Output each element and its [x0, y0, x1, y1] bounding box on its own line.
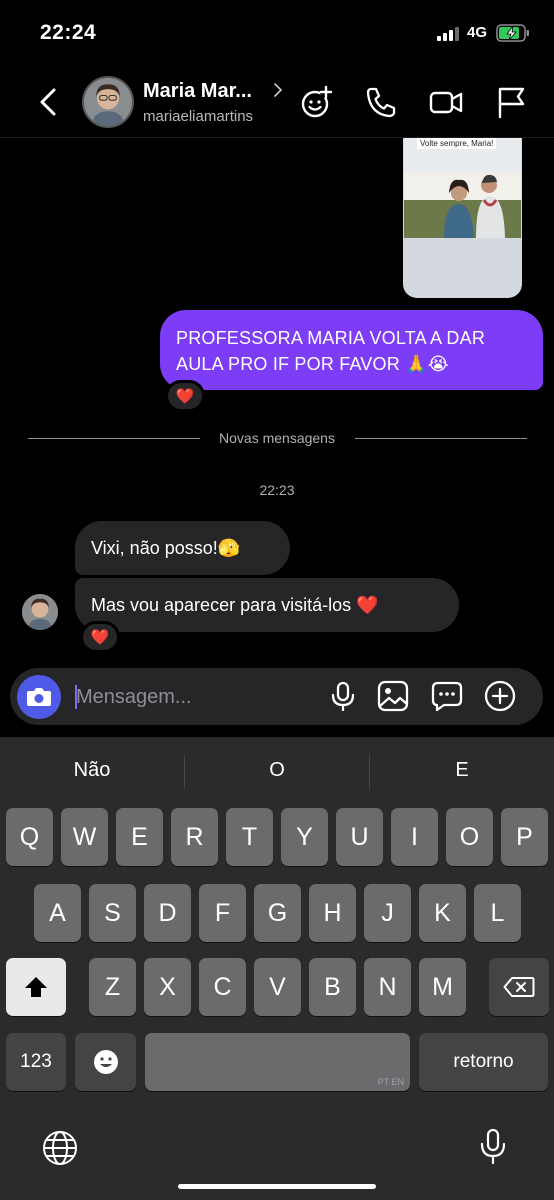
key[interactable]: R — [171, 808, 218, 866]
key[interactable]: K — [419, 884, 466, 942]
emoji-key[interactable] — [75, 1033, 136, 1091]
keyboard-languages: PT EN — [377, 1077, 404, 1087]
contact-username[interactable]: mariaeliamartins — [143, 108, 253, 125]
signal-icon — [437, 27, 459, 41]
keyboard: Não O E Q W E R T Y U I O P A S D F G H … — [0, 737, 554, 1200]
emoji-icon — [93, 1050, 118, 1074]
key[interactable]: J — [364, 884, 411, 942]
avatar[interactable] — [22, 594, 58, 630]
status-time: 22:24 — [40, 21, 97, 44]
key[interactable]: H — [309, 884, 356, 942]
return-key[interactable]: retorno — [419, 1033, 548, 1091]
camera-icon — [27, 688, 51, 706]
key[interactable]: S — [89, 884, 136, 942]
backspace-key[interactable] — [489, 958, 549, 1016]
key[interactable]: T — [226, 808, 273, 866]
avatar[interactable] — [82, 76, 134, 128]
key[interactable]: X — [144, 958, 191, 1016]
shared-photo-card[interactable]: Volte sempre, Maria! — [403, 138, 522, 298]
key[interactable]: V — [254, 958, 301, 1016]
key[interactable]: E — [116, 808, 163, 866]
contact-name[interactable]: Maria Mar... — [143, 80, 252, 103]
shift-arrow-icon — [25, 977, 47, 997]
numbers-key[interactable]: 123 — [6, 1033, 66, 1091]
key[interactable]: I — [391, 808, 438, 866]
chat-header: Maria Mar... mariaeliamartins — [0, 66, 554, 138]
key[interactable]: B — [309, 958, 356, 1016]
plus-icon[interactable] — [483, 679, 517, 713]
key[interactable]: Z — [89, 958, 136, 1016]
shared-photo[interactable] — [404, 138, 521, 238]
gallery-icon[interactable] — [376, 679, 410, 713]
heart-reaction[interactable]: ❤️ — [165, 380, 205, 412]
suggestion[interactable]: O — [185, 759, 369, 782]
key[interactable]: G — [254, 884, 301, 942]
globe-icon[interactable] — [41, 1129, 79, 1167]
key[interactable]: P — [501, 808, 548, 866]
backspace-icon — [503, 977, 535, 997]
microphone-icon[interactable] — [326, 679, 360, 713]
heart-reaction[interactable]: ❤️ — [80, 621, 120, 653]
key[interactable]: L — [474, 884, 521, 942]
message-composer — [10, 668, 543, 725]
key[interactable]: N — [364, 958, 411, 1016]
key[interactable]: U — [336, 808, 383, 866]
suggestion[interactable]: E — [370, 759, 554, 782]
back-chevron-icon[interactable] — [34, 86, 64, 118]
sticker-chat-icon[interactable] — [430, 679, 464, 713]
key[interactable]: Q — [6, 808, 53, 866]
shift-key[interactable] — [6, 958, 66, 1016]
message-input[interactable] — [76, 678, 316, 716]
flag-icon[interactable] — [494, 84, 530, 120]
key[interactable]: F — [199, 884, 246, 942]
chevron-right-icon[interactable] — [272, 83, 284, 97]
outgoing-message[interactable]: PROFESSORA MARIA VOLTA A DAR AULA PRO IF… — [160, 310, 543, 390]
incoming-message[interactable]: Mas vou aparecer para visitá-los ❤️ — [75, 578, 459, 632]
key[interactable]: D — [144, 884, 191, 942]
camera-button[interactable] — [17, 675, 61, 719]
key[interactable]: Y — [281, 808, 328, 866]
home-indicator[interactable] — [178, 1184, 376, 1189]
status-bar: 22:24 4G — [0, 0, 554, 66]
suggestion[interactable]: Não — [0, 759, 184, 782]
incoming-message[interactable]: Vixi, não posso!🫣 — [75, 521, 290, 575]
message-timestamp: 22:23 — [259, 482, 295, 498]
key[interactable]: O — [446, 808, 493, 866]
phone-icon[interactable] — [363, 84, 399, 120]
network-label: 4G — [467, 24, 488, 41]
key[interactable]: M — [419, 958, 466, 1016]
new-messages-label: Novas mensagens — [219, 430, 335, 446]
key[interactable]: A — [34, 884, 81, 942]
photo-caption: Volte sempre, Maria! — [417, 138, 497, 149]
dictation-mic-icon[interactable] — [478, 1127, 508, 1167]
video-icon[interactable] — [428, 84, 464, 120]
effects-icon[interactable] — [298, 84, 334, 120]
key[interactable]: C — [199, 958, 246, 1016]
key[interactable]: W — [61, 808, 108, 866]
battery-charging-icon — [496, 24, 529, 42]
space-key[interactable]: PT EN — [145, 1033, 410, 1091]
